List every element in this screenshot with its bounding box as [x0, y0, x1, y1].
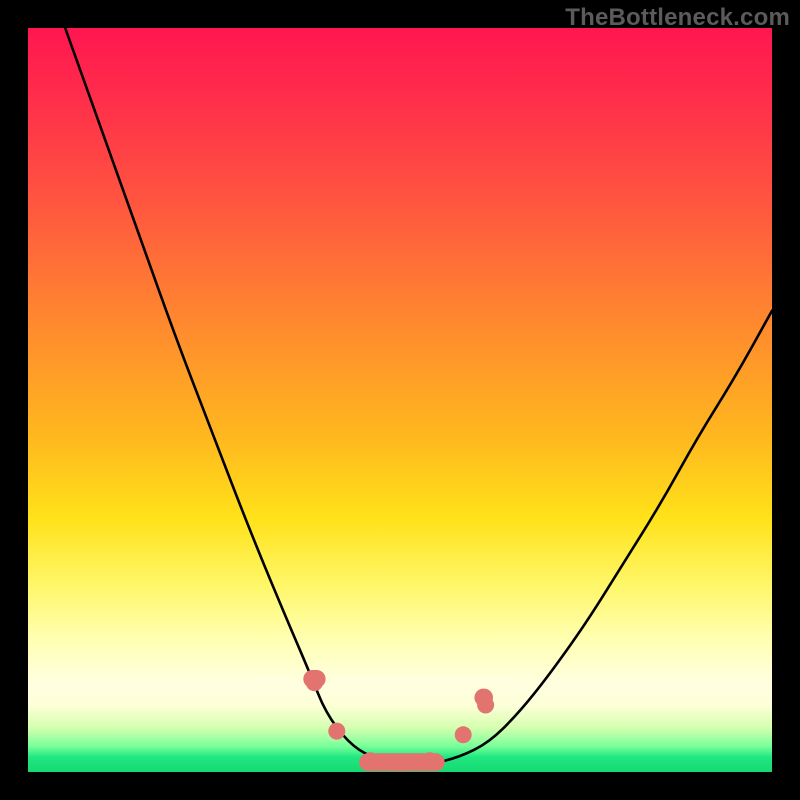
marker-left-upper — [306, 674, 323, 691]
marker-trough-b — [392, 755, 409, 772]
chart-frame: TheBottleneck.com — [0, 0, 800, 800]
chart-overlay — [28, 28, 772, 772]
marker-trough-c — [421, 752, 438, 769]
marker-trough-a — [362, 752, 379, 769]
bottleneck-curve — [65, 28, 772, 765]
marker-right-mid — [455, 726, 472, 743]
marker-right-upper — [477, 697, 494, 714]
watermark-text: TheBottleneck.com — [565, 4, 790, 32]
marker-left-mid — [328, 723, 345, 740]
